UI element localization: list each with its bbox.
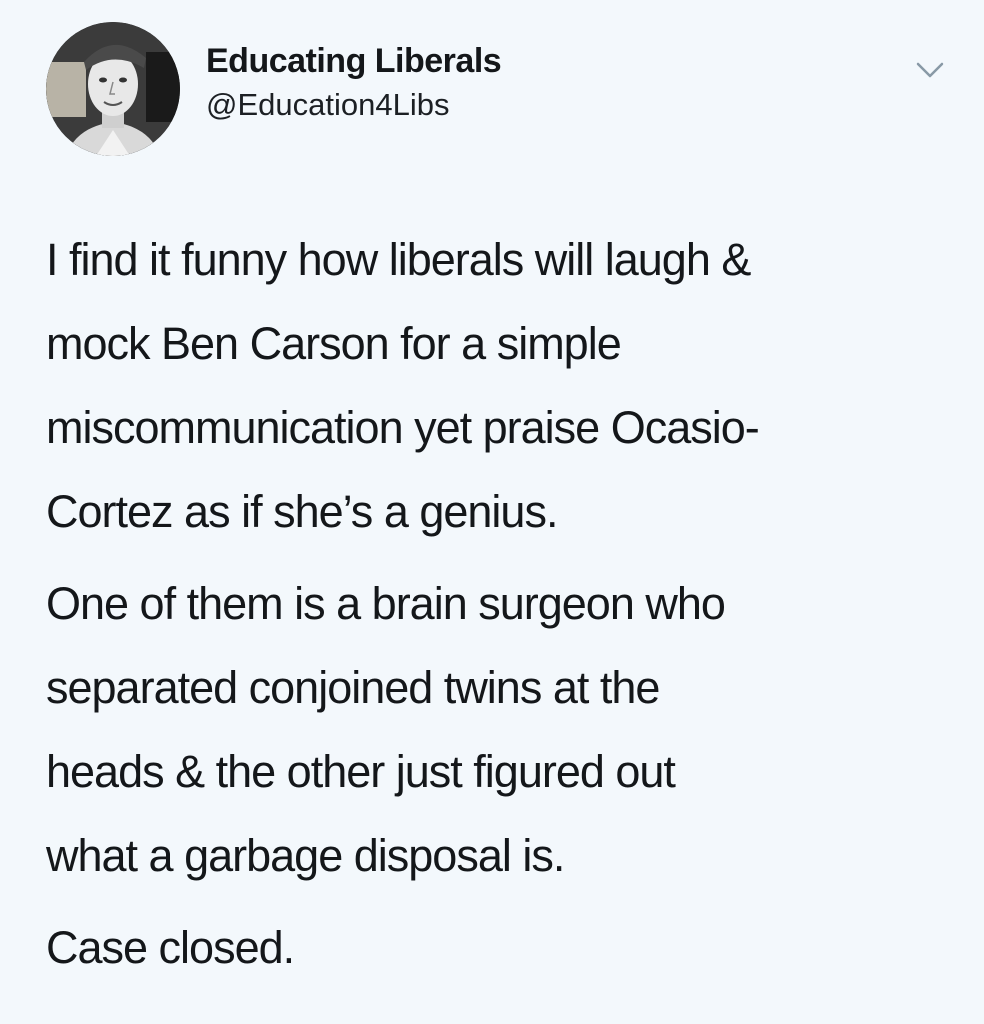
display-name[interactable]: Educating Liberals (206, 42, 502, 81)
text-line: mock Ben Carson for a simple (46, 318, 622, 369)
avatar[interactable] (46, 22, 180, 156)
tweet-card: Educating Liberals @Education4Libs I fin… (0, 0, 984, 1024)
profile-photo-icon (46, 22, 180, 156)
text-line: Cortez as if she’s a genius. (46, 486, 558, 537)
tweet-text: I find it funny how liberals will laugh … (46, 218, 946, 998)
chevron-down-icon (916, 62, 944, 78)
text-line: I find it funny how liberals will laugh … (46, 234, 751, 285)
tweet-menu-button[interactable] (914, 58, 946, 82)
text-line: separated conjoined twins at the (46, 662, 660, 713)
user-handle[interactable]: @Education4Libs (206, 87, 501, 123)
author-names: Educating Liberals @Education4Libs (206, 42, 502, 123)
tweet-paragraph: One of them is a brain surgeon who separ… (46, 562, 946, 898)
tweet-header: Educating Liberals @Education4Libs (46, 22, 946, 162)
text-line: heads & the other just figured out (46, 746, 676, 797)
text-line: what a garbage disposal is. (46, 830, 565, 881)
text-line: One of them is a brain surgeon who (46, 578, 726, 629)
tweet-paragraph: Case closed. (46, 906, 946, 990)
tweet-paragraph: I find it funny how liberals will laugh … (46, 218, 946, 554)
text-line: Case closed. (46, 922, 295, 973)
text-line: miscommunication yet praise Ocasio- (46, 402, 760, 453)
